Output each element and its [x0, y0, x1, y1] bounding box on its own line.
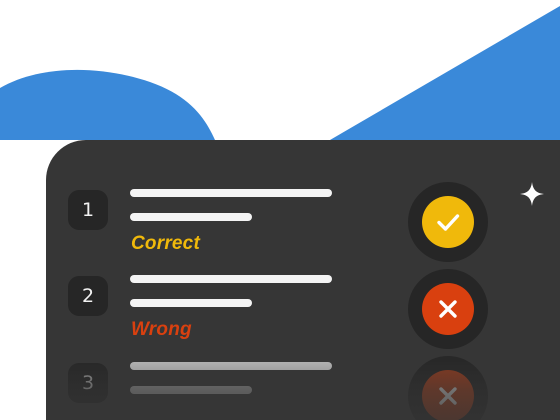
- check-icon: [437, 214, 460, 231]
- wrong-indicator: [422, 283, 474, 335]
- question-number-badge: 3: [68, 363, 108, 403]
- correct-indicator: [422, 196, 474, 248]
- close-icon: [439, 300, 457, 318]
- blue-hill-shape: [0, 69, 215, 140]
- question-text-line: [130, 213, 252, 221]
- illustration-stage: 1 Correct 2 Wrong 3: [0, 0, 560, 420]
- close-icon: [439, 387, 457, 405]
- question-text-line: [130, 299, 252, 307]
- question-row-2: 2 Wrong: [46, 268, 560, 349]
- question-row-1: 1 Correct: [46, 180, 560, 262]
- question-number-badge: 2: [68, 276, 108, 316]
- result-indicator: [408, 182, 488, 262]
- wrong-indicator: [422, 370, 474, 420]
- question-text-line: [130, 386, 252, 394]
- blue-slope-shape: [330, 6, 560, 140]
- result-indicator: [408, 269, 488, 349]
- question-text-line: [130, 362, 332, 370]
- correct-label: Correct: [131, 233, 200, 254]
- sparkle-icon: [18, 248, 36, 266]
- result-indicator: [408, 356, 488, 420]
- question-text-line: [130, 275, 332, 283]
- quiz-results-card: 1 Correct 2 Wrong 3: [46, 140, 560, 420]
- question-text-line: [130, 189, 332, 197]
- question-number-badge: 1: [68, 190, 108, 230]
- wrong-label: Wrong: [131, 319, 192, 340]
- question-row-3: 3: [46, 356, 560, 420]
